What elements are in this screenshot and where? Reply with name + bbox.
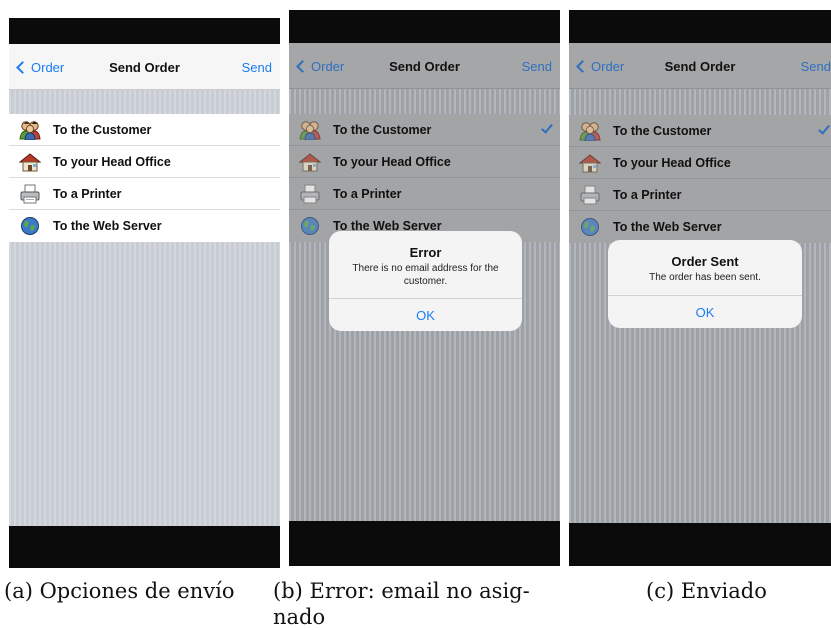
option-web-server[interactable]: To the Web Server — [569, 211, 831, 243]
customers-icon — [19, 119, 41, 141]
navigation-bar: Order Send Order Send — [569, 43, 831, 89]
alert-message: The order has been sent. — [649, 272, 761, 283]
send-options-list: To the Customer To your Head Office To a… — [289, 114, 560, 242]
option-label: To the Web Server — [613, 220, 722, 234]
house-icon — [299, 151, 321, 173]
caption-b-line1: (b) Error: email no asig- — [273, 579, 530, 603]
option-label: To the Customer — [333, 122, 432, 137]
alert-title: Order Sent — [671, 254, 739, 269]
send-options-list: To the Customer To your Head Office To a… — [9, 114, 280, 242]
option-customer[interactable]: To the Customer — [289, 114, 560, 146]
option-printer[interactable]: To a Printer — [289, 178, 560, 210]
option-label: To a Printer — [333, 186, 402, 201]
nav-title: Send Order — [109, 60, 180, 75]
option-label: To the Web Server — [53, 219, 162, 233]
globe-icon — [19, 215, 41, 237]
navigation-bar: Order Send Order Send — [9, 44, 280, 90]
option-web-server[interactable]: To the Web Server — [9, 210, 280, 242]
nav-title: Send Order — [664, 59, 736, 74]
screenshot-a: Order Send Order Send To the Customer To… — [9, 18, 280, 568]
printer-icon — [19, 183, 41, 205]
screenshot-b: Order Send Order Send To the Customer To… — [289, 10, 560, 566]
ok-button[interactable]: OK — [329, 298, 522, 331]
option-head-office[interactable]: To your Head Office — [9, 146, 280, 178]
send-button[interactable]: Send — [801, 59, 831, 74]
option-label: To your Head Office — [53, 154, 171, 169]
checkmark-icon — [818, 122, 830, 135]
house-icon — [19, 151, 41, 173]
option-label: To your Head Office — [333, 154, 451, 169]
option-head-office[interactable]: To your Head Office — [289, 146, 560, 178]
option-printer[interactable]: To a Printer — [9, 178, 280, 210]
caption-a: (a) Opciones de envío — [4, 579, 235, 603]
printer-icon — [299, 183, 321, 205]
option-label: To a Printer — [53, 186, 122, 201]
send-options-list: To the Customer To your Head Office To a… — [569, 115, 831, 243]
house-icon — [579, 152, 601, 174]
customers-icon — [579, 120, 601, 142]
option-label: To a Printer — [613, 187, 682, 202]
screen-b: Order Send Order Send To the Customer To… — [289, 43, 560, 521]
option-label: To the Customer — [613, 123, 712, 138]
screen-a: Order Send Order Send To the Customer To… — [9, 44, 280, 526]
option-printer[interactable]: To a Printer — [569, 179, 831, 211]
option-label: To your Head Office — [613, 155, 731, 170]
send-button[interactable]: Send — [522, 59, 552, 74]
ok-button[interactable]: OK — [608, 295, 802, 328]
option-customer[interactable]: To the Customer — [9, 114, 280, 146]
option-head-office[interactable]: To your Head Office — [569, 147, 831, 179]
printer-icon — [579, 184, 601, 206]
order-sent-alert: Order Sent The order has been sent. OK — [608, 240, 802, 328]
send-button[interactable]: Send — [242, 60, 272, 75]
nav-title: Send Order — [389, 59, 460, 74]
screenshot-c: Order Send Order Send To the Customer To… — [569, 10, 831, 566]
globe-icon — [299, 215, 321, 237]
screen-c: Order Send Order Send To the Customer To… — [569, 43, 831, 523]
option-label: To the Customer — [53, 122, 152, 137]
error-alert: Error There is no email address for the … — [329, 231, 522, 331]
caption-c: (c) Enviado — [646, 579, 767, 603]
checkmark-icon — [541, 121, 553, 134]
alert-message: There is no email address for the custom… — [352, 263, 499, 287]
option-customer[interactable]: To the Customer — [569, 115, 831, 147]
caption-b-line2: nado — [273, 605, 326, 629]
navigation-bar: Order Send Order Send — [289, 43, 560, 89]
alert-title: Error — [409, 245, 442, 260]
globe-icon — [579, 216, 601, 238]
customers-icon — [299, 119, 321, 141]
